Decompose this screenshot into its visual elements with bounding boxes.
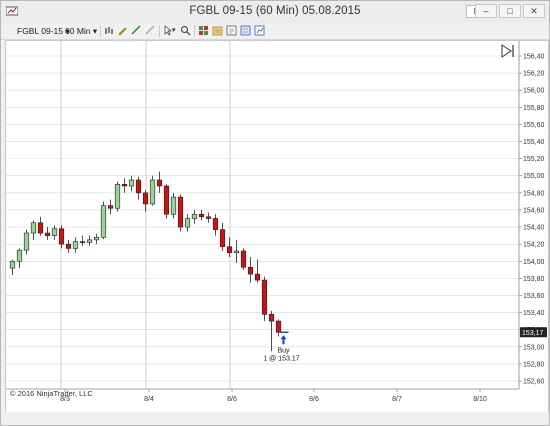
toolbar-divider (100, 25, 101, 37)
chart-toolbar: FGBL 09-15 ▾ 60 Min ▾ ▾ (1, 23, 549, 40)
price-chart[interactable]: 156,40 156,20 156,00 155,80 155,60 155,40 155,… (6, 41, 548, 413)
toolbar-divider (159, 25, 160, 37)
minimize-button[interactable]: – (475, 4, 497, 18)
chart-window: FGBL 09-15 (60 Min) 05.08.2015 L – □ ✕ F… (0, 0, 550, 426)
candle-up (114, 183, 121, 209)
candle-up (23, 232, 30, 251)
interval-selector[interactable]: 60 Min ▾ (65, 24, 97, 38)
toolbar-divider (194, 25, 195, 37)
chevron-down-icon: ▾ (92, 26, 98, 36)
y-tick-label: 153,40 (523, 310, 545, 317)
indicators-icon[interactable] (198, 25, 209, 36)
properties-icon[interactable] (226, 25, 237, 36)
candle-down (254, 273, 261, 281)
candle-down (268, 313, 275, 322)
buy-arrow-icon (280, 335, 287, 345)
copyright-text: © 2016 NinjaTrader, LLC (10, 389, 93, 398)
data-box-icon[interactable] (240, 25, 251, 36)
candle-up (170, 196, 177, 215)
candle-up (16, 249, 23, 262)
y-tick-label: 156,20 (523, 71, 545, 78)
title-bar[interactable]: FGBL 09-15 (60 Min) 05.08.2015 L – □ ✕ (1, 1, 549, 23)
candle-down (198, 213, 205, 218)
candle-up (51, 228, 58, 236)
candle-down (44, 232, 51, 236)
x-tick-label: 8/10 (473, 396, 487, 403)
chart-trader-icon[interactable] (254, 25, 265, 36)
y-tick-label: 154,00 (523, 259, 545, 266)
x-tick-label: 8/6 (309, 396, 319, 403)
candle-down (177, 196, 184, 228)
interval-label: 60 Min (65, 26, 91, 36)
candle-down (247, 266, 254, 275)
candle-down (261, 279, 268, 315)
candle-up (72, 241, 79, 249)
candle-down (240, 250, 247, 268)
candle-up (30, 222, 37, 234)
candle-down (135, 179, 142, 194)
candle-down (219, 229, 226, 248)
candle-up (191, 213, 198, 219)
candle-up (184, 218, 191, 228)
y-tick-label: 155,60 (523, 122, 545, 129)
y-tick-label: 154,20 (523, 242, 545, 249)
candle-up (93, 237, 100, 241)
y-tick-label: 152,60 (523, 379, 545, 386)
candle-up (149, 179, 156, 205)
candle-up (128, 179, 135, 187)
y-tick-label: 154,60 (523, 207, 545, 214)
chart-panel[interactable]: 156,40 156,20 156,00 155,80 155,60 155,40 155,… (5, 40, 549, 414)
buy-label: Buy (277, 347, 290, 354)
candle-down (275, 320, 282, 333)
play-icon[interactable] (501, 44, 514, 58)
candle-down (205, 216, 212, 219)
y-tick-label: 155,20 (523, 156, 545, 163)
candle-up (100, 205, 107, 238)
y-tick-label: 155,00 (523, 173, 545, 180)
instrument-label: FGBL 09-15 (17, 26, 63, 36)
candle-down (212, 218, 219, 230)
candle-down (79, 241, 86, 243)
instrument-selector[interactable]: FGBL 09-15 ▾ (17, 24, 70, 38)
y-tick-label: 152,80 (523, 361, 545, 368)
maximize-button[interactable]: □ (499, 4, 521, 18)
status-bar (1, 412, 549, 425)
bar-type-icon[interactable] (104, 25, 115, 36)
zoom-icon[interactable] (180, 25, 191, 36)
y-tick-label: 155,80 (523, 105, 545, 112)
candle-down (156, 179, 163, 187)
pencil-icon[interactable] (117, 25, 128, 36)
candle-down (58, 228, 65, 245)
candle-down (107, 205, 114, 209)
close-button[interactable]: ✕ (523, 4, 545, 18)
last-price-label: 153,17 (522, 330, 544, 337)
ruler-icon[interactable] (131, 25, 142, 36)
y-tick-label: 153,80 (523, 276, 545, 283)
y-tick-label: 153,60 (523, 293, 545, 300)
y-tick-label: 156,40 (523, 54, 545, 61)
y-tick-label: 154,40 (523, 225, 545, 232)
candle-down (163, 185, 170, 215)
candle-down (142, 192, 149, 205)
x-tick-label: 8/7 (392, 396, 402, 403)
buy-fill-label: 1 @ 153,17 (263, 355, 299, 362)
candle-up (86, 239, 93, 243)
candle-up (9, 260, 16, 269)
candle-down (65, 243, 72, 249)
y-tick-label: 156,00 (523, 88, 545, 95)
candle-down (37, 222, 44, 234)
candle-up (233, 250, 240, 254)
hide-drawing-icon[interactable] (145, 25, 156, 36)
y-tick-label: 153,00 (523, 344, 545, 351)
y-tick-label: 155,40 (523, 139, 545, 146)
candle-down (226, 246, 233, 254)
chevron-down-icon[interactable]: ▾ (172, 24, 176, 38)
strategies-icon[interactable] (212, 25, 223, 36)
x-tick-label: 8/6 (227, 396, 237, 403)
y-tick-label: 154,80 (523, 190, 545, 197)
x-tick-label: 8/4 (144, 396, 154, 403)
candle-down (121, 183, 128, 187)
